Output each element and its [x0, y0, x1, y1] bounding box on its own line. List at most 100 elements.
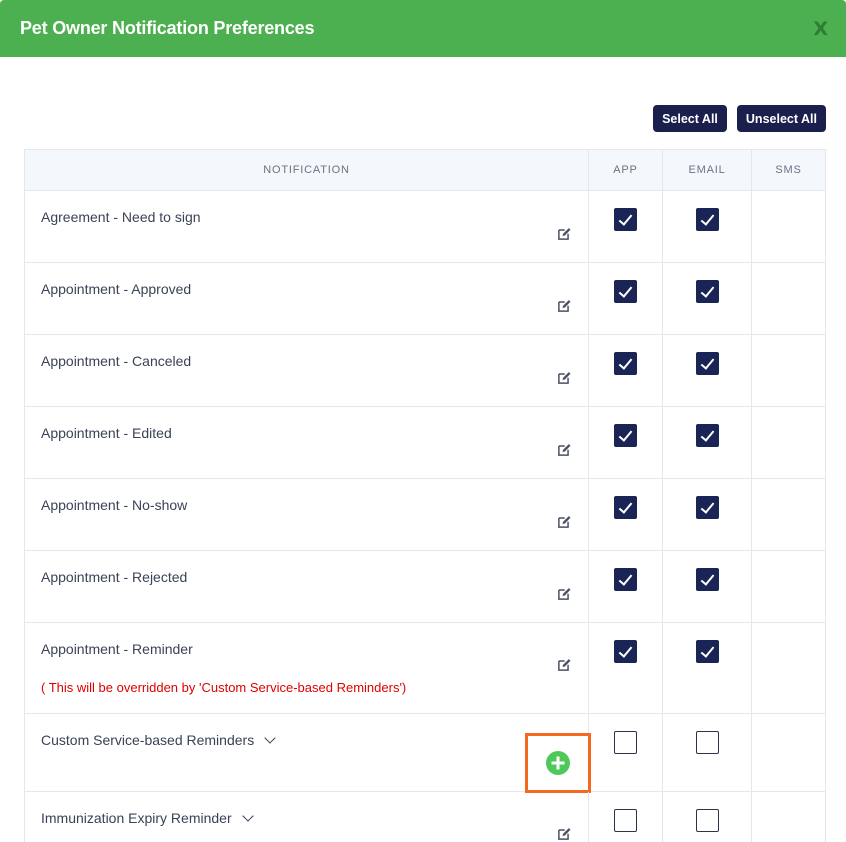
notification-table: NOTIFICATION APP EMAIL SMS Agreement - N…: [24, 149, 826, 842]
app-checkbox[interactable]: [614, 496, 637, 519]
edit-icon[interactable]: [557, 370, 572, 385]
email-cell: [663, 191, 752, 262]
app-cell: [589, 714, 663, 791]
app-cell: [589, 407, 663, 478]
email-checkbox[interactable]: [696, 208, 719, 231]
table-row: Appointment - No-show: [25, 479, 825, 551]
email-cell: [663, 792, 752, 842]
email-checkbox[interactable]: [696, 280, 719, 303]
email-cell: [663, 407, 752, 478]
notification-label-text: Appointment - Edited: [41, 425, 172, 441]
app-cell: [589, 623, 663, 713]
notification-cell: Appointment - Edited: [25, 407, 589, 478]
app-checkbox[interactable]: [614, 568, 637, 591]
edit-icon[interactable]: [557, 298, 572, 313]
close-button[interactable]: X: [813, 18, 828, 40]
sms-cell: [752, 551, 825, 622]
table-row: Agreement - Need to sign: [25, 191, 825, 263]
app-cell: [589, 479, 663, 550]
override-note: ( This will be overridden by 'Custom Ser…: [41, 680, 407, 695]
notification-cell: Appointment - Approved: [25, 263, 589, 334]
app-checkbox[interactable]: [614, 731, 637, 754]
plus-circle-icon: [546, 751, 570, 775]
table-row: Appointment - Canceled: [25, 335, 825, 407]
email-checkbox[interactable]: [696, 731, 719, 754]
sms-cell: [752, 479, 825, 550]
toolbar: Select All Unselect All: [653, 105, 826, 132]
sms-cell: [752, 792, 825, 842]
chevron-down-icon[interactable]: [264, 731, 276, 744]
column-header-email: EMAIL: [663, 150, 752, 190]
email-cell: [663, 623, 752, 713]
email-checkbox[interactable]: [696, 496, 719, 519]
column-header-app: APP: [589, 150, 663, 190]
email-checkbox[interactable]: [696, 424, 719, 447]
email-cell: [663, 263, 752, 334]
app-checkbox[interactable]: [614, 640, 637, 663]
edit-icon[interactable]: [557, 826, 572, 841]
notification-label-text: Agreement - Need to sign: [41, 209, 201, 225]
email-checkbox[interactable]: [696, 640, 719, 663]
chevron-down-icon[interactable]: [241, 809, 254, 822]
sms-cell: [752, 191, 825, 262]
table-body: Agreement - Need to sign Appointment - Ap…: [25, 191, 825, 842]
notification-label-text: Appointment - Rejected: [41, 569, 188, 585]
notification-cell: Immunization Expiry Reminder: [25, 792, 589, 842]
app-checkbox[interactable]: [614, 809, 637, 832]
table-row: Appointment - Rejected: [25, 551, 825, 623]
email-cell: [663, 335, 752, 406]
notification-label-text: Appointment - Approved: [41, 281, 192, 297]
notification-cell: Custom Service-based Reminders: [25, 714, 591, 793]
table-row: Immunization Expiry Reminder: [25, 792, 825, 842]
unselect-all-button[interactable]: Unselect All: [736, 105, 826, 132]
column-header-sms: SMS: [775, 164, 802, 176]
sms-cell: [752, 335, 825, 406]
sms-cell: [752, 714, 825, 791]
select-all-button[interactable]: Select All: [653, 105, 727, 132]
notification-label: Appointment - Canceled: [41, 353, 191, 369]
notification-cell: Appointment - Rejected: [25, 551, 589, 622]
table-row: Appointment - Edited: [25, 407, 825, 479]
notification-label: Appointment - Rejected: [41, 569, 187, 585]
sms-cell: [752, 623, 825, 713]
notification-cell: Appointment - Canceled: [25, 335, 589, 406]
notification-label-text: Appointment - Reminder: [41, 641, 193, 657]
notification-label: Appointment - Approved: [41, 281, 191, 297]
table-row: Appointment - Reminder ( This will be ove…: [25, 623, 825, 714]
email-checkbox[interactable]: [696, 809, 719, 832]
email-cell: [663, 714, 752, 791]
dialog-title: Pet Owner Notification Preferences: [20, 18, 315, 38]
notification-label-text: Custom Service-based Reminders: [41, 732, 255, 748]
email-checkbox[interactable]: [696, 568, 719, 591]
notification-cell: Appointment - Reminder ( This will be ove…: [25, 623, 589, 713]
notification-cell: Agreement - Need to sign: [25, 191, 589, 262]
column-header-notification: NOTIFICATION: [25, 150, 589, 190]
email-cell: [663, 551, 752, 622]
sms-cell: [752, 263, 825, 334]
app-cell: [589, 191, 663, 262]
email-cell: [663, 479, 752, 550]
edit-icon[interactable]: [557, 442, 572, 457]
email-checkbox[interactable]: [696, 352, 719, 375]
notification-label-text: Appointment - Canceled: [41, 353, 192, 369]
app-checkbox[interactable]: [614, 424, 637, 447]
notification-label: Appointment - No-show: [41, 497, 187, 513]
edit-icon[interactable]: [557, 514, 572, 529]
edit-icon[interactable]: [557, 657, 572, 672]
notification-cell: Appointment - No-show: [25, 479, 589, 550]
edit-icon[interactable]: [557, 586, 572, 601]
add-reminder-button[interactable]: [525, 733, 591, 793]
app-cell: [589, 551, 663, 622]
notification-label: Appointment - Edited: [41, 425, 172, 441]
notification-label: Appointment - Reminder: [41, 641, 193, 657]
table-row: Custom Service-based Reminders: [25, 714, 825, 793]
table-header: NOTIFICATION APP EMAIL SMS: [25, 150, 825, 191]
app-checkbox[interactable]: [614, 280, 637, 303]
app-checkbox[interactable]: [614, 208, 637, 231]
notification-label[interactable]: Immunization Expiry Reminder: [41, 809, 254, 826]
table-row: Appointment - Approved: [25, 263, 825, 335]
sms-cell: [752, 407, 825, 478]
edit-icon[interactable]: [557, 226, 572, 241]
app-checkbox[interactable]: [614, 352, 637, 375]
notification-label[interactable]: Custom Service-based Reminders: [41, 731, 276, 748]
